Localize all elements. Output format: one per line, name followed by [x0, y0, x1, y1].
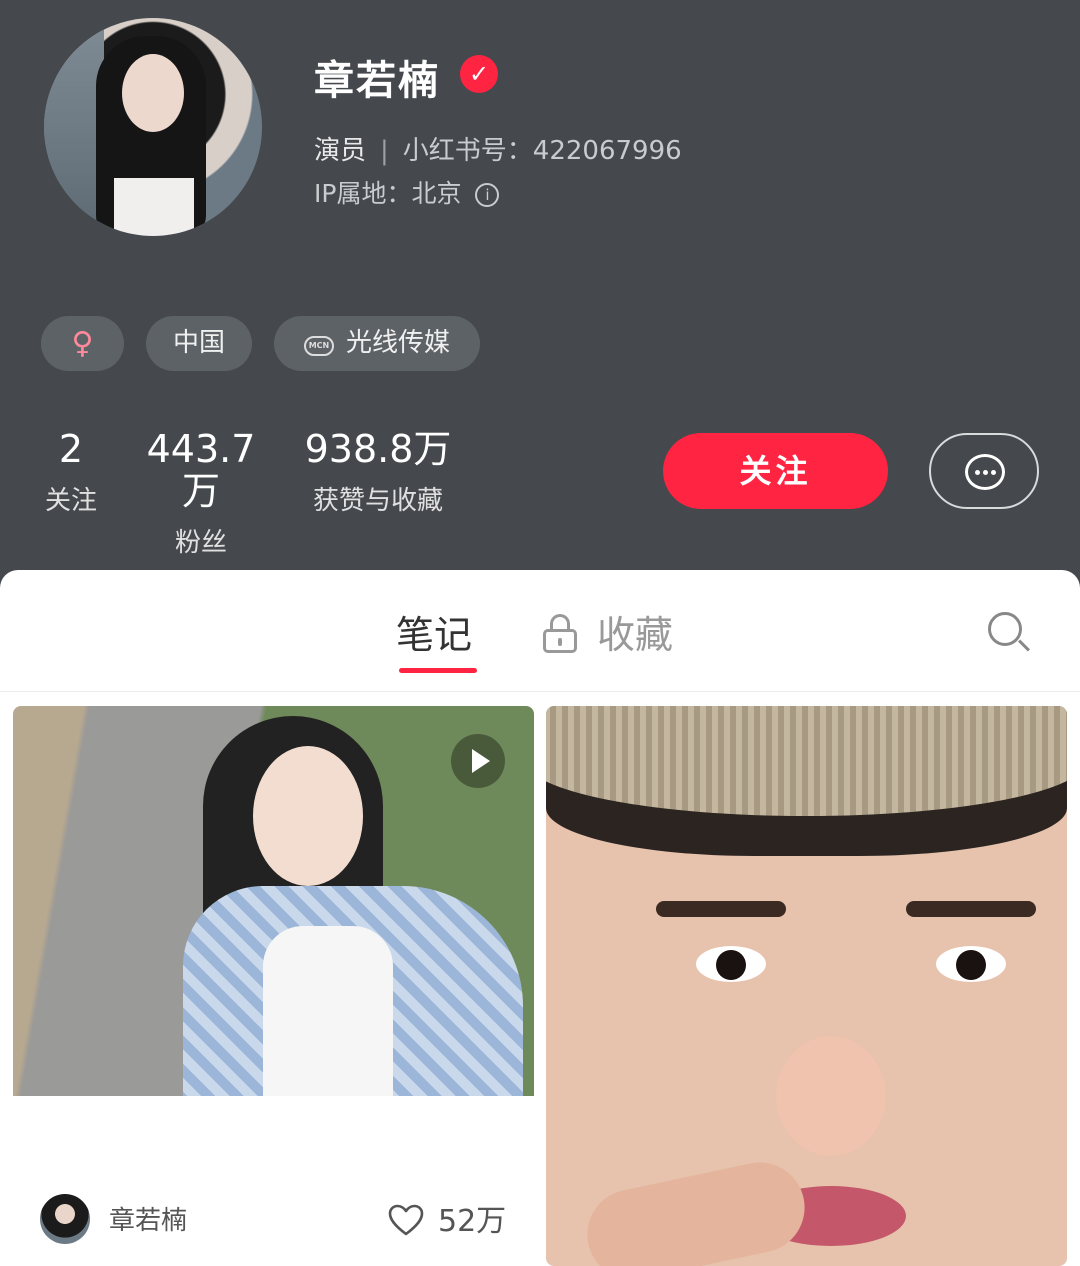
tab-notes[interactable]: 笔记 [396, 604, 472, 659]
mcn-tag[interactable]: MCN 光线传媒 [274, 316, 480, 371]
mcn-icon: MCN [303, 336, 334, 356]
tab-collections[interactable]: 收藏 [543, 604, 673, 659]
profile-avatar[interactable] [44, 18, 262, 236]
active-tab-indicator [399, 668, 477, 673]
profile-role: 演员 [314, 136, 367, 166]
search-icon[interactable] [988, 612, 1031, 654]
gender-tag: ♀ [41, 316, 124, 371]
tab-collections-label: 收藏 [597, 613, 674, 657]
mcn-name: 光线传媒 [345, 328, 450, 358]
content-panel: 笔记 收藏 章若楠 52万 [0, 570, 1080, 1266]
following-label: 关注 [44, 486, 97, 516]
message-button[interactable] [929, 433, 1039, 509]
stat-following[interactable]: 2 关注 [30, 428, 112, 517]
ip-location: IP属地：北京 i [314, 174, 500, 210]
note-cover-image[interactable] [13, 706, 534, 1096]
note-footer: 章若楠 52万 [13, 1176, 534, 1266]
stat-likes-collections[interactable]: 938.8万 获赞与收藏 [296, 428, 460, 517]
fans-label: 粉丝 [174, 528, 227, 558]
chat-bubble-icon [965, 454, 1005, 490]
avatar-face [122, 54, 184, 132]
avatar-background [44, 18, 104, 236]
fans-count: 443.7万 [146, 427, 256, 513]
avatar-shirt [114, 178, 194, 236]
like-count: 52万 [438, 1204, 507, 1239]
profile-meta: 演员 | 小红书号：422067996 [314, 130, 682, 167]
profile-name: 章若楠 [314, 58, 440, 104]
female-icon: ♀ [71, 326, 94, 361]
note-card[interactable] [546, 706, 1067, 1266]
ip-label: IP属地：北京 [314, 179, 462, 208]
play-icon [451, 734, 505, 788]
note-card[interactable]: 章若楠 52万 [13, 706, 534, 1266]
lock-icon [543, 614, 577, 653]
info-icon[interactable]: i [475, 183, 500, 207]
follow-button[interactable]: 关注 [663, 433, 888, 509]
heart-icon[interactable] [388, 1204, 424, 1236]
tab-bar: 笔记 收藏 [0, 570, 1080, 692]
likes-label: 获赞与收藏 [312, 486, 443, 516]
profile-id: 小红书号：422067996 [402, 136, 682, 166]
author-avatar[interactable] [40, 1194, 90, 1244]
author-name[interactable]: 章若楠 [109, 1200, 187, 1237]
likes-count: 938.8万 [304, 427, 452, 471]
following-count: 2 [58, 427, 84, 471]
region-tag: 中国 [146, 316, 252, 371]
stat-fans[interactable]: 443.7万 粉丝 [128, 428, 274, 559]
verified-badge-icon: ✓ [460, 55, 498, 93]
meta-divider: | [380, 136, 389, 166]
note-cover-image[interactable] [546, 706, 1067, 1266]
profile-header: 章若楠 ✓ 演员 | 小红书号：422067996 IP属地：北京 i ♀ 中国 MC… [0, 0, 1080, 600]
